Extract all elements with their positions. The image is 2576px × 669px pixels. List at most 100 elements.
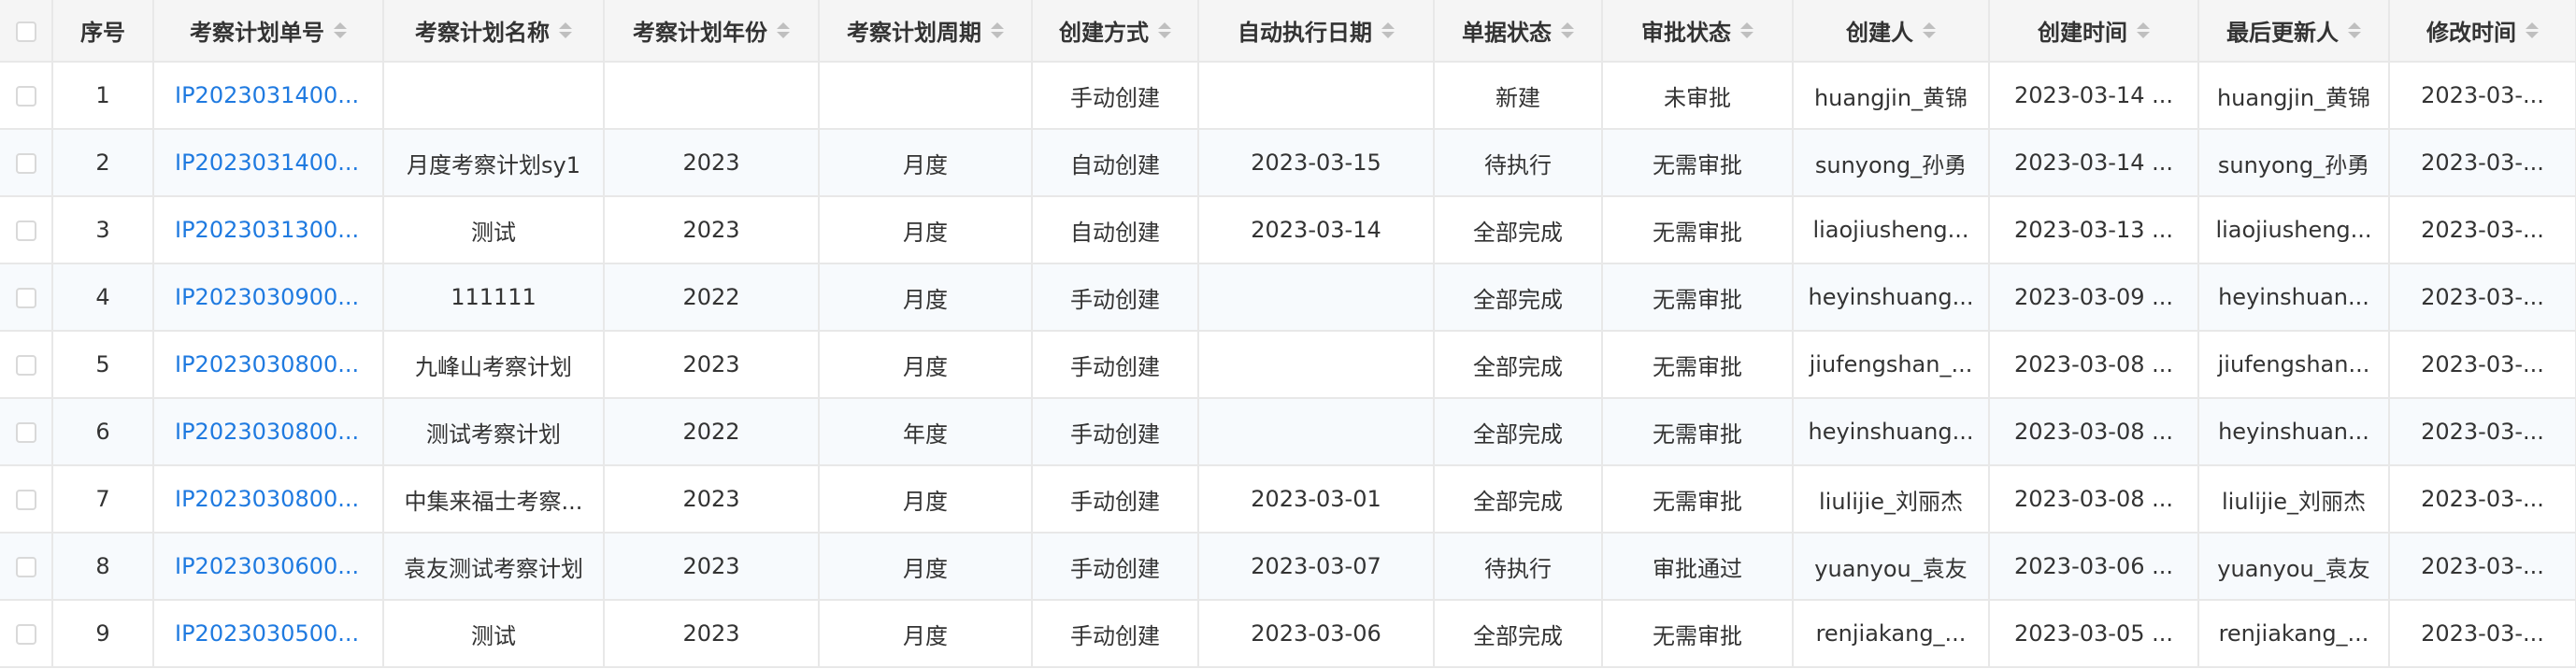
- plan-code-link[interactable]: IP2023031400...: [175, 149, 359, 176]
- sort-descending-icon[interactable]: [2348, 32, 2361, 38]
- table-row[interactable]: 6 IP2023030800... 测试考察计划 2022 年度 手动创建 全部完成 无需审批…: [0, 398, 2576, 466]
- column-header-inner: 创建方式: [1059, 14, 1171, 47]
- table-row[interactable]: 5 IP2023030800... 九峰山考察计划 2023 月度 手动创建 全部完成 无需审…: [0, 331, 2576, 399]
- column-header-name[interactable]: 考察计划名称: [383, 0, 605, 63]
- cell-doc_status: 全部完成: [1434, 600, 1603, 668]
- cell-doc_status: 全部完成: [1434, 465, 1603, 534]
- sort-descending-icon[interactable]: [1923, 32, 1936, 38]
- sort-ascending-icon[interactable]: [2526, 22, 2539, 29]
- sort-icon[interactable]: [1381, 22, 1395, 38]
- column-header-created_at[interactable]: 创建时间: [1989, 0, 2199, 63]
- plan-code-link[interactable]: IP2023030900...: [175, 284, 359, 310]
- sort-descending-icon[interactable]: [2526, 32, 2539, 38]
- sort-ascending-icon[interactable]: [991, 22, 1004, 29]
- cell-year: 2023: [604, 600, 820, 668]
- column-header-auto_date[interactable]: 自动执行日期: [1198, 0, 1435, 63]
- cell-create_mode: 手动创建: [1032, 62, 1199, 130]
- plan-code-link[interactable]: IP2023030600...: [175, 553, 359, 579]
- plan-table: 序号 考察计划单号 考察计划名称 考察计划年份 考察计划周期 创建方式 自动执行日期 单据状态…: [0, 0, 2576, 668]
- row-checkbox[interactable]: [15, 490, 36, 510]
- sort-icon[interactable]: [777, 22, 790, 38]
- cell-period: 月度: [819, 263, 1033, 332]
- sort-descending-icon[interactable]: [1740, 32, 1753, 38]
- row-checkbox[interactable]: [15, 624, 36, 645]
- sort-descending-icon[interactable]: [1381, 32, 1395, 38]
- cell-auto_date: [1198, 62, 1435, 130]
- sort-icon[interactable]: [334, 22, 347, 38]
- sort-descending-icon[interactable]: [991, 32, 1004, 38]
- cell-select: [0, 196, 53, 264]
- sort-ascending-icon[interactable]: [559, 22, 572, 29]
- row-checkbox[interactable]: [15, 288, 36, 308]
- cell-period: 月度: [819, 465, 1033, 534]
- table-row[interactable]: 8 IP2023030600... 袁友测试考察计划 2023 月度 手动创建 2023-0…: [0, 533, 2576, 601]
- row-checkbox[interactable]: [15, 557, 36, 577]
- plan-code-link[interactable]: IP2023030500...: [175, 620, 359, 647]
- table-row[interactable]: 1 IP2023031400... 手动创建 新建 未审批 huangjin_黄锦 2023…: [0, 62, 2576, 130]
- sort-icon[interactable]: [1923, 22, 1936, 38]
- plan-code-link[interactable]: IP2023030800...: [175, 351, 359, 377]
- sort-icon[interactable]: [1561, 22, 1574, 38]
- plan-code-link[interactable]: IP2023031300...: [175, 217, 359, 243]
- select-all-checkbox[interactable]: [15, 21, 36, 42]
- sort-ascending-icon[interactable]: [777, 22, 790, 29]
- sort-ascending-icon[interactable]: [1740, 22, 1753, 29]
- column-header-updated_at[interactable]: 修改时间: [2389, 0, 2576, 63]
- sort-icon[interactable]: [2526, 22, 2539, 38]
- sort-descending-icon[interactable]: [2137, 32, 2150, 38]
- sort-ascending-icon[interactable]: [334, 22, 347, 29]
- column-header-doc_status[interactable]: 单据状态: [1434, 0, 1603, 63]
- column-header-create_mode[interactable]: 创建方式: [1032, 0, 1199, 63]
- cell-creator: huangjin_黄锦: [1793, 62, 1990, 130]
- sort-ascending-icon[interactable]: [1158, 22, 1171, 29]
- sort-ascending-icon[interactable]: [2348, 22, 2361, 29]
- table-row[interactable]: 2 IP2023031400... 月度考察计划sy1 2023 月度 自动创建 2023-…: [0, 129, 2576, 197]
- cell-updated_at: 2023-03-...: [2389, 331, 2576, 399]
- sort-ascending-icon[interactable]: [2137, 22, 2150, 29]
- row-checkbox[interactable]: [15, 221, 36, 241]
- plan-code-link[interactable]: IP2023030800...: [175, 486, 359, 512]
- sort-ascending-icon[interactable]: [1923, 22, 1936, 29]
- plan-code-link[interactable]: IP2023031400...: [175, 82, 359, 108]
- sort-icon[interactable]: [1740, 22, 1753, 38]
- column-header-updater[interactable]: 最后更新人: [2198, 0, 2390, 63]
- sort-descending-icon[interactable]: [334, 32, 347, 38]
- row-checkbox[interactable]: [15, 86, 36, 107]
- column-header-inner: 创建人: [1846, 14, 1936, 47]
- row-checkbox[interactable]: [15, 153, 36, 174]
- cell-index: 2: [52, 129, 154, 197]
- table-row[interactable]: 3 IP2023031300... 测试 2023 月度 自动创建 2023-03-14 全部…: [0, 196, 2576, 264]
- cell-updater: heyinshuan...: [2198, 398, 2390, 466]
- column-header-year[interactable]: 考察计划年份: [604, 0, 820, 63]
- cell-code: IP2023030900...: [153, 263, 384, 332]
- sort-icon[interactable]: [2348, 22, 2361, 38]
- cell-approval_status: 无需审批: [1602, 129, 1794, 197]
- sort-descending-icon[interactable]: [777, 32, 790, 38]
- sort-icon[interactable]: [991, 22, 1004, 38]
- cell-doc_status: 待执行: [1434, 129, 1603, 197]
- sort-icon[interactable]: [559, 22, 572, 38]
- row-checkbox[interactable]: [15, 355, 36, 376]
- sort-ascending-icon[interactable]: [1561, 22, 1574, 29]
- row-checkbox[interactable]: [15, 422, 36, 443]
- sort-ascending-icon[interactable]: [1381, 22, 1395, 29]
- column-header-code[interactable]: 考察计划单号: [153, 0, 384, 63]
- cell-updated_at: 2023-03-...: [2389, 263, 2576, 332]
- cell-index: 1: [52, 62, 154, 130]
- table-row[interactable]: 9 IP2023030500... 测试 2023 月度 手动创建 2023-03-06 全部…: [0, 600, 2576, 668]
- cell-select: [0, 263, 53, 332]
- column-header-approval_status[interactable]: 审批状态: [1602, 0, 1794, 63]
- cell-updater: jiufengshan...: [2198, 331, 2390, 399]
- table-row[interactable]: 4 IP2023030900... 111111 2022 月度 手动创建 全部完成 无需审批…: [0, 263, 2576, 332]
- sort-icon[interactable]: [1158, 22, 1171, 38]
- column-header-creator[interactable]: 创建人: [1793, 0, 1990, 63]
- plan-code-link[interactable]: IP2023030800...: [175, 419, 359, 445]
- column-header-period[interactable]: 考察计划周期: [819, 0, 1033, 63]
- table-row[interactable]: 7 IP2023030800... 中集来福士考察... 2023 月度 手动创建 2023…: [0, 465, 2576, 534]
- column-header-label: 创建方式: [1059, 20, 1149, 46]
- cell-doc_status: 全部完成: [1434, 331, 1603, 399]
- sort-descending-icon[interactable]: [559, 32, 572, 38]
- sort-icon[interactable]: [2137, 22, 2150, 38]
- sort-descending-icon[interactable]: [1158, 32, 1171, 38]
- sort-descending-icon[interactable]: [1561, 32, 1574, 38]
